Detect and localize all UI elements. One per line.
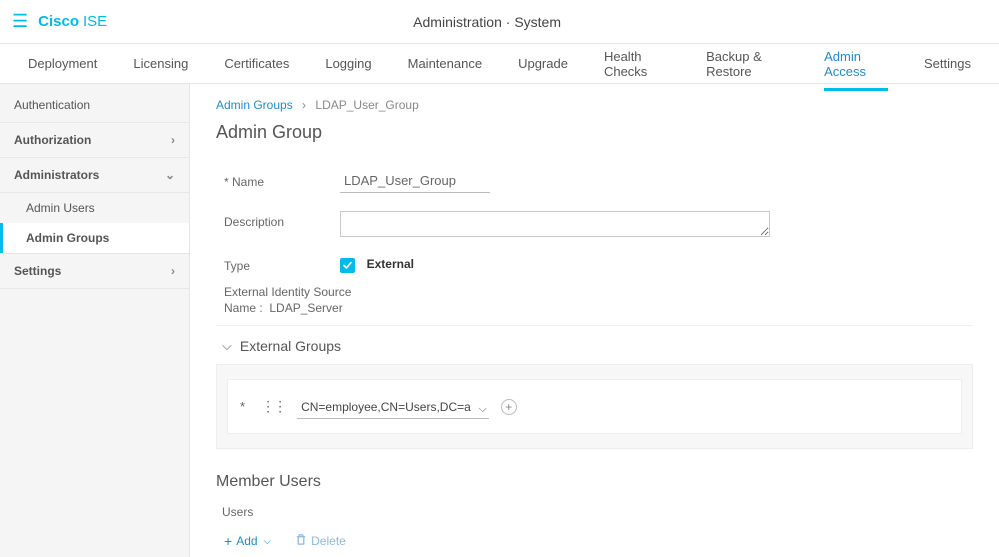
tab-backup-restore[interactable]: Backup & Restore — [706, 37, 788, 91]
tab-admin-access[interactable]: Admin Access — [824, 37, 888, 91]
trash-icon — [295, 533, 307, 549]
table-actions: + Add ⌵ Delete — [216, 533, 973, 549]
sidebar-item-authentication[interactable]: Authentication — [0, 88, 189, 123]
add-group-button[interactable]: + — [501, 399, 517, 415]
brand-suffix: ISE — [83, 13, 107, 30]
tab-health-checks[interactable]: Health Checks — [604, 37, 670, 91]
plus-icon: + — [224, 533, 232, 549]
description-label: Description — [224, 211, 320, 229]
menu-icon[interactable]: ☰ — [12, 11, 28, 32]
sidebar-item-administrators[interactable]: Administrators⌄ — [0, 158, 189, 193]
main-content: Admin Groups › LDAP_User_Group Admin Gro… — [190, 84, 999, 557]
delete-button[interactable]: Delete — [295, 533, 346, 549]
page-context-title: Administration · System — [107, 14, 867, 30]
breadcrumb-root[interactable]: Admin Groups — [216, 98, 293, 112]
chevron-right-icon: › — [171, 264, 175, 278]
external-checkbox[interactable] — [340, 258, 355, 273]
check-icon — [342, 260, 353, 271]
name-input[interactable] — [340, 171, 490, 193]
ext-source-name: Name : LDAP_Server — [224, 301, 973, 315]
chevron-down-icon: ⌵ — [222, 338, 232, 354]
sidebar-item-settings[interactable]: Settings› — [0, 254, 189, 289]
drag-handle-icon[interactable]: ⋮⋮ — [261, 398, 285, 415]
breadcrumb: Admin Groups › LDAP_User_Group — [216, 98, 973, 112]
brand-name: Cisco — [38, 13, 79, 30]
tab-licensing[interactable]: Licensing — [133, 44, 188, 83]
external-group-row: * ⋮⋮ CN=employee,CN=Users,DC=a ⌵ + — [227, 379, 962, 434]
tab-certificates[interactable]: Certificates — [224, 44, 289, 83]
required-asterisk: * — [240, 399, 245, 414]
sidebar-item-authorization[interactable]: Authorization› — [0, 123, 189, 158]
top-tabs: Deployment Licensing Certificates Logging Ma… — [0, 44, 999, 84]
sidebar-item-admin-groups[interactable]: Admin Groups — [0, 223, 189, 253]
external-group-select[interactable]: CN=employee,CN=Users,DC=a ⌵ — [297, 399, 489, 414]
chevron-down-icon: ⌄ — [165, 168, 175, 182]
description-input[interactable] — [340, 211, 770, 237]
row-description: Description — [216, 203, 973, 247]
type-value: External — [367, 257, 414, 271]
chevron-right-icon: › — [302, 98, 306, 112]
external-groups-header[interactable]: ⌵ External Groups — [216, 338, 973, 354]
sidebar: AuthenticationAuthorization›Administrato… — [0, 84, 190, 557]
member-users-title: Member Users — [216, 473, 973, 491]
row-type: Type External — [216, 247, 973, 283]
name-label: * Name — [224, 171, 320, 189]
tab-maintenance[interactable]: Maintenance — [408, 44, 482, 83]
users-label: Users — [222, 505, 973, 519]
external-groups-title: External Groups — [240, 338, 341, 354]
add-button[interactable]: + Add ⌵ — [224, 533, 271, 549]
chevron-down-icon: ⌵ — [264, 536, 272, 547]
tab-settings[interactable]: Settings — [924, 44, 971, 83]
ext-source-label: External Identity Source — [224, 285, 973, 299]
sidebar-item-admin-users[interactable]: Admin Users — [0, 193, 189, 223]
type-label: Type — [224, 255, 320, 273]
external-groups-block: * ⋮⋮ CN=employee,CN=Users,DC=a ⌵ + — [216, 364, 973, 449]
chevron-right-icon: › — [171, 133, 175, 147]
tab-deployment[interactable]: Deployment — [28, 44, 97, 83]
tab-logging[interactable]: Logging — [325, 44, 371, 83]
row-name: * Name — [216, 163, 973, 203]
breadcrumb-current: LDAP_User_Group — [315, 98, 418, 112]
chevron-down-icon: ⌵ — [478, 403, 486, 416]
tab-upgrade[interactable]: Upgrade — [518, 44, 568, 83]
page-title: Admin Group — [216, 122, 973, 143]
